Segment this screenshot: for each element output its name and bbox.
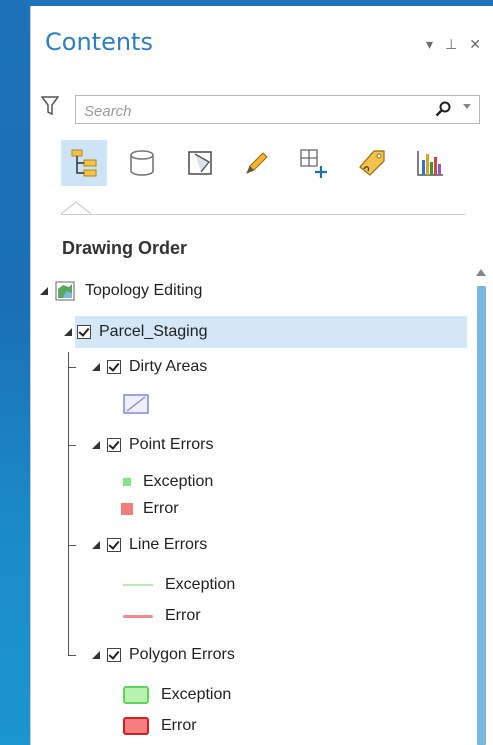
point-exception-symbol-icon	[123, 478, 131, 486]
expand-collapse-icon[interactable]	[39, 286, 49, 296]
list-by-source-icon	[130, 150, 154, 176]
legend-label: Error	[161, 717, 197, 734]
expand-collapse-icon[interactable]	[91, 362, 101, 372]
expand-collapse-icon[interactable]	[63, 327, 73, 337]
list-by-editing-button[interactable]	[233, 140, 279, 186]
list-by-source-button[interactable]	[119, 140, 165, 186]
map-label: Topology Editing	[85, 282, 203, 299]
visibility-checkbox[interactable]	[107, 360, 121, 374]
tree-connector	[68, 545, 76, 546]
visibility-checkbox[interactable]	[107, 538, 121, 552]
layer-label: Dirty Areas	[129, 358, 208, 375]
legend-label: Exception	[161, 686, 232, 703]
drawing-order-heading: Drawing Order	[62, 238, 188, 258]
map-icon	[55, 281, 75, 301]
layer-label: Line Errors	[129, 536, 208, 553]
pane-title: Contents	[45, 28, 153, 56]
search-icon[interactable]	[435, 101, 451, 117]
visibility-checkbox[interactable]	[77, 325, 91, 339]
filter-icon[interactable]	[41, 96, 59, 116]
line-error-symbol-icon	[123, 614, 153, 618]
group-layer-label: Parcel_Staging	[99, 323, 208, 340]
visibility-checkbox[interactable]	[107, 438, 121, 452]
chevron-down-icon[interactable]	[463, 104, 471, 110]
legend-label: Exception	[165, 576, 236, 593]
legend-item: Exception	[123, 683, 231, 707]
expand-collapse-icon[interactable]	[91, 440, 101, 450]
layer-row-polygon-errors[interactable]: Polygon Errors	[91, 643, 235, 667]
line-exception-symbol-icon	[123, 584, 153, 586]
expand-collapse-icon[interactable]	[91, 540, 101, 550]
visibility-checkbox[interactable]	[107, 648, 121, 662]
layer-row-dirty-areas[interactable]: Dirty Areas	[91, 355, 207, 379]
list-by-labeling-icon	[359, 150, 385, 176]
tree-connector	[68, 352, 69, 655]
legend-item: Error	[123, 714, 197, 738]
list-by-selection-icon	[188, 151, 212, 175]
list-by-snapping-button[interactable]	[291, 140, 337, 186]
layer-label: Polygon Errors	[129, 646, 235, 663]
polygon-error-symbol-icon	[123, 717, 149, 735]
pane-options-dropdown-icon[interactable]: ▾	[426, 36, 433, 53]
pane-title-controls: ▾ ⊥ ✕	[426, 36, 481, 53]
legend-item: Exception	[123, 573, 235, 597]
legend-label: Exception	[143, 473, 214, 490]
legend-item: Exception	[121, 470, 213, 494]
list-by-snapping-icon	[300, 149, 327, 178]
legend-label: Error	[165, 607, 201, 624]
list-by-charts-button[interactable]	[407, 140, 453, 186]
list-by-labeling-button[interactable]	[349, 140, 395, 186]
list-by-editing-icon	[246, 152, 268, 174]
close-icon[interactable]: ✕	[469, 36, 481, 53]
group-layer-row[interactable]: Parcel_Staging	[64, 316, 467, 348]
dirty-area-symbol-icon	[123, 394, 149, 414]
search-input[interactable]	[82, 100, 416, 122]
contents-pane: Contents ▾ ⊥ ✕ Search Drawing Order Topo…	[30, 6, 493, 745]
legend-item: Error	[121, 497, 179, 521]
layer-row-point-errors[interactable]: Point Errors	[91, 433, 213, 457]
list-by-selection-button[interactable]	[177, 140, 223, 186]
list-by-charts-icon	[417, 151, 443, 176]
layer-label: Point Errors	[129, 436, 214, 453]
legend-label: Error	[143, 500, 179, 517]
expand-collapse-icon[interactable]	[91, 650, 101, 660]
point-error-symbol-icon	[121, 503, 133, 515]
legend-item: Error	[123, 604, 201, 628]
list-by-drawing-order-button[interactable]	[61, 140, 107, 186]
contents-toolbar	[61, 140, 461, 188]
toolbar-divider	[61, 214, 466, 215]
map-row[interactable]: Topology Editing	[39, 279, 202, 303]
search-box[interactable]	[75, 95, 480, 124]
tree-connector	[68, 445, 76, 446]
layer-row-line-errors[interactable]: Line Errors	[91, 533, 207, 557]
scroll-up-arrow-icon[interactable]	[476, 269, 486, 276]
list-by-drawing-order-icon	[71, 149, 97, 177]
polygon-exception-symbol-icon	[123, 686, 149, 704]
tree-connector	[68, 367, 76, 368]
vertical-scrollbar-thumb[interactable]	[477, 286, 486, 745]
tree-connector	[68, 655, 76, 656]
pin-icon[interactable]: ⊥	[445, 36, 457, 53]
active-view-caret	[61, 201, 91, 215]
